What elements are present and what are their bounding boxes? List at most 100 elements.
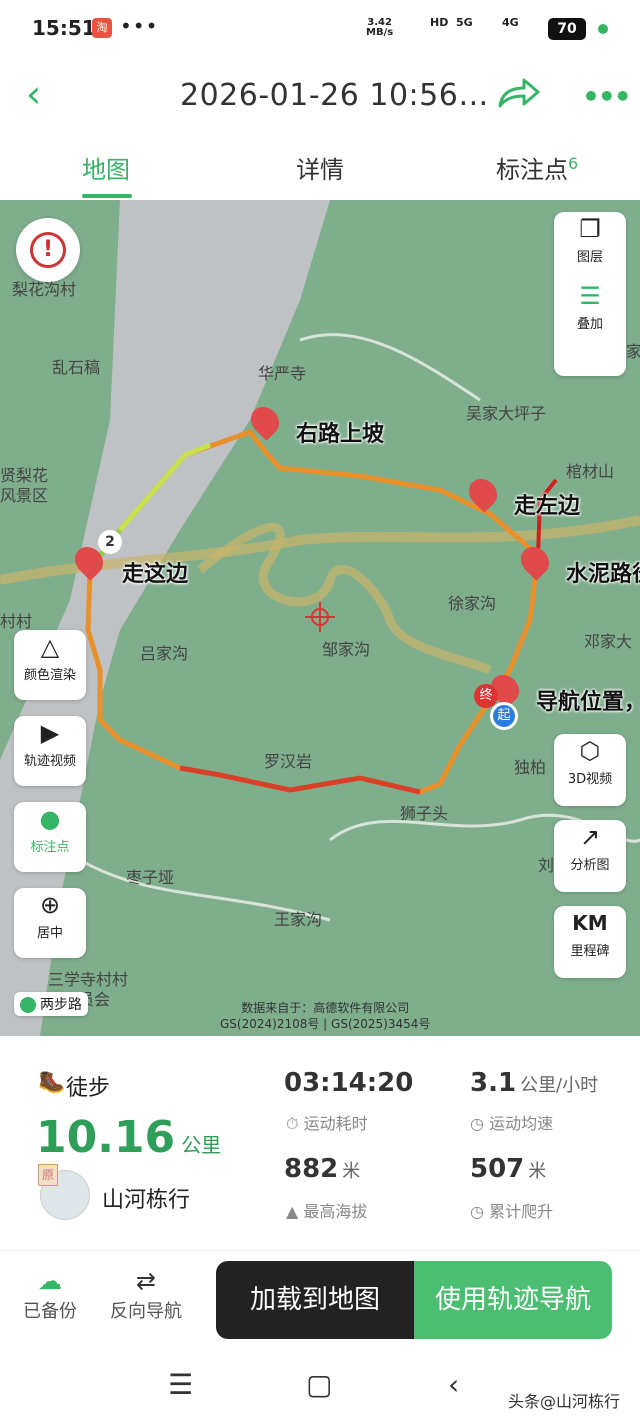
- hd-icon: HD: [430, 16, 449, 29]
- marker-label[interactable]: 走这边: [122, 556, 188, 588]
- clock: 15:51: [32, 16, 96, 40]
- place-label: 风景区: [0, 486, 49, 505]
- menu-icon[interactable]: ☰: [168, 1368, 193, 1401]
- climb-value: 507 米: [470, 1154, 547, 1184]
- tab-markers[interactable]: 标注点6: [496, 150, 578, 185]
- signal-4g-icon: 4G: [502, 16, 519, 29]
- distance: 10.16 公里: [36, 1112, 222, 1163]
- play-icon: ▶: [40, 719, 60, 747]
- color-render-button[interactable]: △ 颜色渲染: [14, 630, 86, 700]
- alert-icon: !: [30, 232, 66, 268]
- more-notifications-icon: •••: [120, 14, 159, 38]
- tab-bar: 地图 详情 标注点6: [0, 132, 640, 200]
- markers-toggle-button[interactable]: ● 标注点: [14, 802, 86, 872]
- app-logo-icon: [20, 997, 36, 1013]
- place-label: 邹家沟: [322, 640, 371, 659]
- place-label: 吕家沟: [140, 644, 189, 663]
- map-layer-panel: ❐ 图层 ☰ 叠加: [554, 212, 626, 376]
- max-altitude-value: 882 米: [284, 1154, 361, 1184]
- cube-icon: ⬡: [579, 737, 601, 765]
- header: ‹ 2026-01-26 10:56… •••: [0, 60, 640, 132]
- timer-icon: ⏱: [286, 1114, 299, 1133]
- marker-label[interactable]: 导航位置，: [536, 684, 640, 716]
- marker-label[interactable]: 水泥路径: [566, 556, 640, 588]
- reverse-nav-icon: ⇄: [135, 1267, 157, 1295]
- overlay-icon: ☰: [579, 282, 601, 310]
- chart-icon: ↗: [579, 823, 601, 851]
- start-marker: 起: [490, 702, 518, 730]
- climb-icon: ◷: [470, 1202, 484, 1221]
- app-badge: 两步路: [14, 992, 88, 1016]
- place-label: 邓家大: [584, 632, 633, 651]
- video-3d-button[interactable]: ⬡ 3D视频: [554, 734, 626, 806]
- place-label: 独柏: [514, 758, 547, 777]
- reverse-navigation-button[interactable]: ⇄ 反向导航: [104, 1265, 188, 1323]
- footprint-icon: ●: [39, 805, 61, 833]
- map-copyright: 数据来自于：高德软件有限公司 GS(2024)2108号 | GS(2025)34…: [220, 1001, 431, 1031]
- track-video-button[interactable]: ▶ 轨迹视频: [14, 716, 86, 786]
- battery-icon: 70: [548, 18, 586, 40]
- duration-value: 03:14:20: [284, 1068, 414, 1098]
- net-speed: 3.42 MB/s: [366, 17, 394, 38]
- duration-label: ⏱ 运动耗时: [286, 1114, 368, 1133]
- track-navigation-button[interactable]: 使用轨迹导航: [414, 1261, 612, 1339]
- alert-button[interactable]: !: [16, 218, 80, 282]
- cloud-check-icon: ☁: [38, 1267, 62, 1295]
- layers-icon: ❐: [579, 215, 601, 243]
- taobao-icon: 淘: [92, 18, 112, 38]
- analysis-button[interactable]: ↗ 分析图: [554, 820, 626, 892]
- place-label: 梨花沟村: [12, 280, 77, 299]
- place-label: 狮子头: [400, 804, 449, 823]
- mountain-icon: △: [40, 633, 60, 661]
- place-label: 家: [626, 342, 640, 361]
- milestone-button[interactable]: KM 里程碑: [554, 906, 626, 978]
- place-label: 王家沟: [274, 910, 323, 929]
- active-tab-indicator: [82, 194, 132, 198]
- km-icon: KM: [572, 911, 608, 935]
- speed-label: ◷ 运动均速: [470, 1114, 554, 1133]
- place-label: 华严寺: [258, 364, 307, 383]
- bottom-bar: ☁ 已备份 ⇄ 反向导航 加载到地图 使用轨迹导航: [0, 1250, 640, 1350]
- username[interactable]: 山河栋行: [102, 1182, 190, 1214]
- page-title: 2026-01-26 10:56…: [180, 78, 489, 113]
- more-icon[interactable]: •••: [582, 80, 632, 113]
- watermark: 头条@山河栋行: [508, 1392, 621, 1411]
- altitude-icon: ▲: [286, 1202, 299, 1221]
- place-label: 村村: [0, 612, 33, 631]
- stats-panel: 🥾 徒步 10.16 公里 原 山河栋行 03:14:20 ⏱ 运动耗时 3.1 公…: [0, 1036, 640, 1250]
- speed-value: 3.1 公里/小时: [470, 1068, 599, 1098]
- climb-label: ◷ 累计爬升: [470, 1202, 554, 1221]
- signal-5g-icon: 5G: [456, 16, 473, 29]
- marker-label[interactable]: 右路上坡: [296, 416, 384, 448]
- place-label: 吴家大坪子: [466, 404, 547, 423]
- layers-button[interactable]: ❐ 图层: [554, 212, 626, 265]
- marker-label[interactable]: 走左边: [514, 488, 580, 520]
- share-icon[interactable]: [496, 76, 540, 112]
- place-label: 棺材山: [566, 462, 615, 481]
- place-label: 乱石稿: [52, 358, 101, 377]
- overlay-button[interactable]: ☰ 叠加: [554, 279, 626, 332]
- speed-icon: ◷: [470, 1114, 484, 1133]
- map-view[interactable]: ! 梨花沟村 乱石稿 华严寺 吴家大坪子 棺材山 贤梨花 风景区 村村 吕家沟 …: [0, 200, 640, 1036]
- place-label: 刘: [538, 856, 555, 875]
- activity-type: 徒步: [66, 1076, 111, 1101]
- crosshair-icon: ⊕: [39, 891, 61, 919]
- back-icon[interactable]: ‹: [26, 75, 62, 116]
- backup-button[interactable]: ☁ 已备份: [18, 1265, 82, 1323]
- tab-details[interactable]: 详情: [296, 150, 344, 185]
- place-label: 罗汉岩: [264, 752, 313, 771]
- marker-count: 6: [568, 154, 579, 173]
- back-nav-icon[interactable]: ‹: [448, 1368, 459, 1401]
- center-button[interactable]: ⊕ 居中: [14, 888, 86, 958]
- max-altitude-label: ▲ 最高海拔: [286, 1202, 368, 1221]
- hiker-icon: 🥾: [38, 1070, 66, 1095]
- original-badge: 原: [38, 1164, 58, 1186]
- privacy-dot: [598, 24, 608, 34]
- load-to-map-button[interactable]: 加载到地图: [216, 1261, 414, 1339]
- place-label: 枣子垭: [126, 868, 175, 887]
- place-label: 徐家沟: [448, 594, 497, 613]
- home-icon[interactable]: ▢: [306, 1368, 332, 1401]
- status-bar: 15:51 淘 ••• 3.42 MB/s HD 5G 4G 70: [0, 0, 640, 60]
- tab-map[interactable]: 地图: [82, 150, 130, 185]
- waypoint-badge[interactable]: 2: [98, 530, 122, 554]
